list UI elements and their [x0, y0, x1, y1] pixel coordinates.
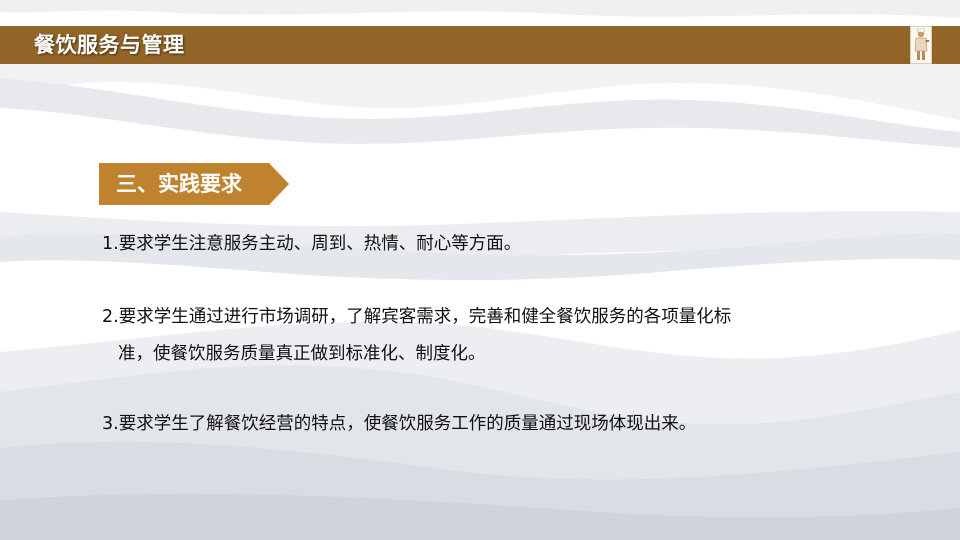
requirement-item-2-continued: 准，使餐饮服务质量真正做到标准化、制度化。 [118, 344, 486, 364]
section-heading: 三、实践要求 [116, 172, 242, 196]
chef-figure-logo-icon [910, 26, 932, 64]
section-heading-tag: 三、实践要求 [99, 163, 289, 205]
requirement-item-3: 3.要求学生了解餐饮经营的特点，使餐饮服务工作的质量通过现场体现出来。 [102, 414, 697, 434]
requirement-item-1: 1.要求学生注意服务主动、周到、热情、耐心等方面。 [102, 234, 522, 254]
slide-header-title: 餐饮服务与管理 [34, 33, 185, 57]
requirement-item-2: 2.要求学生通过进行市场调研，了解宾客需求，完善和健全餐饮服务的各项量化标 [102, 307, 732, 327]
wave-background [0, 0, 960, 540]
